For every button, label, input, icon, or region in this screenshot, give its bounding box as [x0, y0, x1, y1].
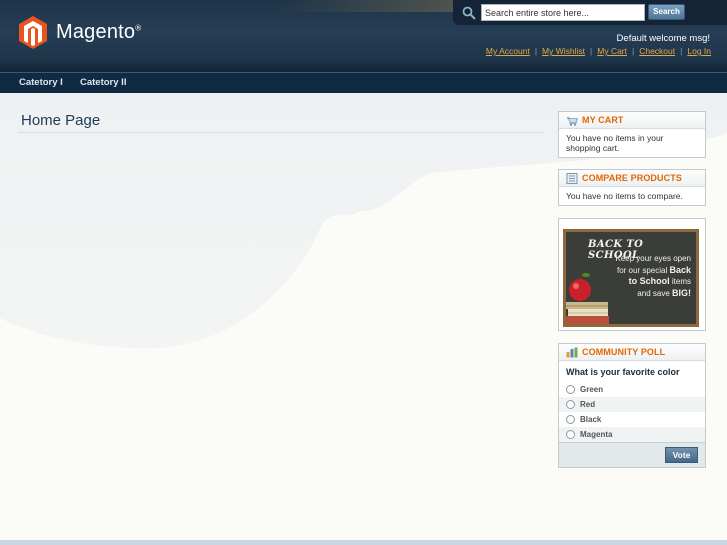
poll-block-title: COMMUNITY POLL — [582, 347, 666, 357]
radio-button[interactable] — [566, 385, 575, 394]
poll-option[interactable]: Red — [559, 397, 705, 412]
compare-list-icon — [566, 173, 578, 184]
search-input[interactable] — [481, 4, 645, 21]
banner-text: Keep your eyes open for our special Back… — [615, 254, 691, 298]
nav-item-category-2[interactable]: Catetory II — [80, 77, 126, 88]
my-account-link[interactable]: My Account — [486, 46, 530, 56]
link-separator: | — [590, 46, 593, 56]
page-title: Home Page — [21, 112, 101, 129]
link-separator: | — [680, 46, 683, 56]
back-to-school-banner[interactable]: BACK TO SCHOOL Keep your eyes open for o… — [558, 218, 706, 331]
log-in-link[interactable]: Log In — [687, 46, 711, 56]
cart-icon — [567, 117, 578, 126]
my-wishlist-link[interactable]: My Wishlist — [542, 46, 585, 56]
header-decoration — [0, 60, 727, 72]
community-poll-block: COMMUNITY POLL What is your favorite col… — [558, 343, 706, 468]
poll-question: What is your favorite color — [566, 367, 680, 377]
link-separator: | — [632, 46, 635, 56]
welcome-message: Default welcome msg! — [616, 33, 710, 44]
cart-empty-message: You have no items in your shopping cart. — [566, 133, 664, 153]
search-icon — [462, 6, 476, 20]
compare-empty-message: You have no items to compare. — [566, 191, 683, 201]
poll-option[interactable]: Magenta — [559, 427, 705, 442]
main-nav: Catetory I Catetory II — [0, 72, 727, 93]
poll-actions: Vote — [559, 442, 705, 467]
poll-option-label: Magenta — [580, 430, 613, 439]
my-cart-link[interactable]: My Cart — [597, 46, 627, 56]
magento-logo-icon — [19, 16, 47, 49]
site-logo[interactable]: Magento® — [18, 14, 141, 50]
radio-button[interactable] — [566, 415, 575, 424]
checkout-link[interactable]: Checkout — [639, 46, 675, 56]
chalkboard-image: BACK TO SCHOOL Keep your eyes open for o… — [563, 229, 699, 327]
poll-icon — [566, 347, 578, 358]
radio-button[interactable] — [566, 400, 575, 409]
cart-block-title: MY CART — [582, 115, 624, 125]
search-button[interactable]: Search — [648, 4, 685, 20]
logo-text: Magento® — [56, 20, 142, 43]
poll-option[interactable]: Green — [559, 382, 705, 397]
top-links: My Account | My Wishlist | My Cart | Che… — [486, 46, 711, 56]
link-separator: | — [534, 46, 538, 56]
radio-button[interactable] — [566, 430, 575, 439]
nav-item-category-1[interactable]: Catetory I — [19, 77, 63, 88]
poll-option-label: Red — [580, 400, 596, 409]
poll-option-label: Black — [580, 415, 602, 424]
compare-block-title: COMPARE PRODUCTS — [582, 173, 682, 183]
compare-block: COMPARE PRODUCTS You have no items to co… — [558, 169, 706, 206]
cart-block-header: MY CART — [559, 112, 705, 129]
footer-bar — [0, 540, 727, 545]
poll-option[interactable]: Black — [559, 412, 705, 427]
compare-block-header: COMPARE PRODUCTS — [559, 170, 705, 187]
apple-books-icon — [566, 272, 609, 324]
vote-button[interactable]: Vote — [665, 447, 698, 463]
poll-block-header: COMMUNITY POLL — [559, 344, 705, 361]
poll-option-label: Green — [580, 385, 604, 394]
title-divider — [18, 132, 543, 133]
cart-block: MY CART You have no items in your shoppi… — [558, 111, 706, 158]
